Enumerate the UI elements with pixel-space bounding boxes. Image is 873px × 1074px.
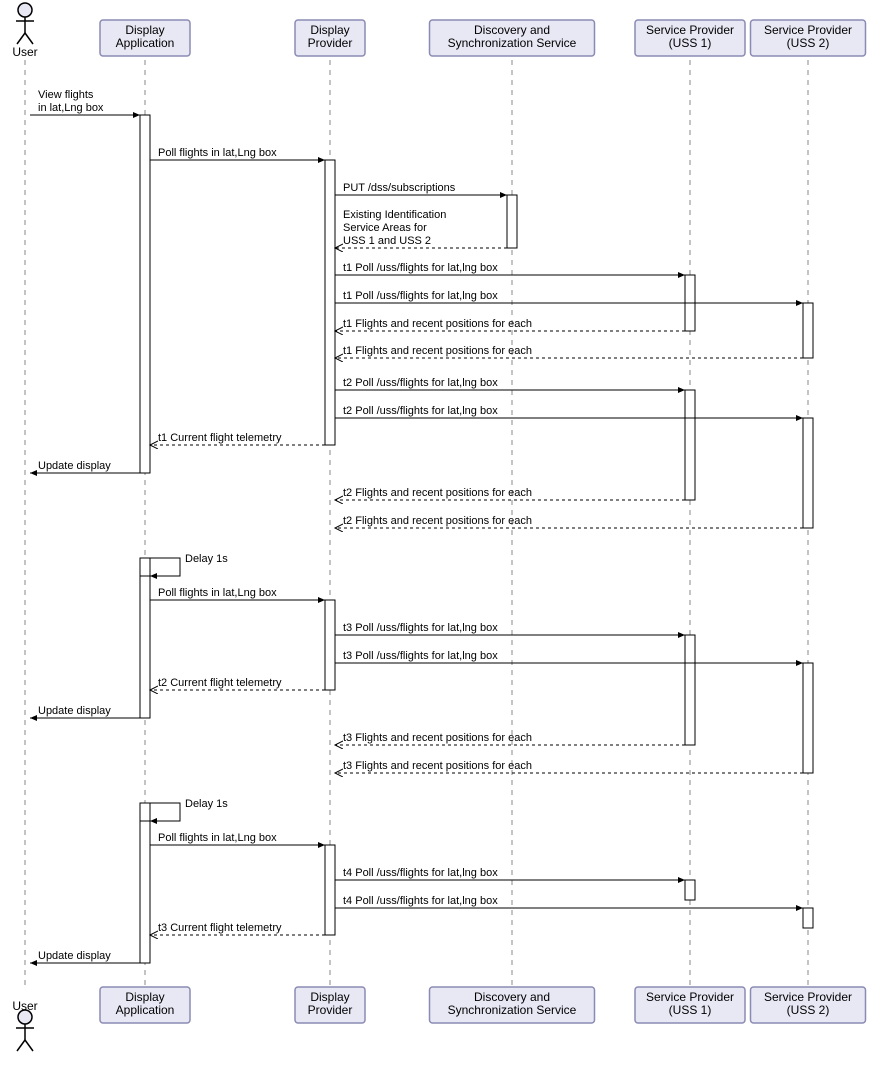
self-message: Delay 1s bbox=[150, 553, 228, 576]
participant-da: DisplayApplication bbox=[100, 987, 190, 1023]
message-label: Update display bbox=[38, 460, 111, 472]
activation-dp bbox=[325, 160, 335, 445]
message-label: PUT /dss/subscriptions bbox=[343, 182, 456, 194]
participant-uss1: Service Provider(USS 1) bbox=[635, 987, 745, 1023]
message-label: t1 Flights and recent positions for each bbox=[343, 345, 532, 357]
message-label: t3 Current flight telemetry bbox=[158, 922, 282, 934]
actor-user: User bbox=[12, 999, 37, 1051]
participant-label: DisplayProvider bbox=[308, 23, 353, 50]
message-label: Update display bbox=[38, 950, 111, 962]
activation-da bbox=[140, 558, 150, 718]
sequence-diagram: View flightsin lat,Lng box Poll flights i… bbox=[0, 0, 873, 1074]
self-message: Delay 1s bbox=[150, 798, 228, 821]
message-label: t3 Poll /uss/flights for lat,lng box bbox=[343, 650, 498, 662]
message-label: t1 Poll /uss/flights for lat,lng box bbox=[343, 262, 498, 274]
activation-uss2 bbox=[803, 908, 813, 928]
message-label: t2 Flights and recent positions for each bbox=[343, 487, 532, 499]
message-label: Poll flights in lat,Lng box bbox=[158, 832, 277, 844]
message-label: Poll flights in lat,Lng box bbox=[158, 587, 277, 599]
message-label: t3 Flights and recent positions for each bbox=[343, 732, 532, 744]
activation-uss2 bbox=[803, 418, 813, 528]
message-label: t4 Poll /uss/flights for lat,lng box bbox=[343, 895, 498, 907]
activation-uss1 bbox=[685, 880, 695, 900]
message-label: Existing IdentificationService Areas for… bbox=[343, 209, 446, 247]
participant-dss: Discovery andSynchronization Service bbox=[430, 987, 595, 1023]
participant-uss2: Service Provider(USS 2) bbox=[751, 20, 866, 56]
message-label: t1 Poll /uss/flights for lat,lng box bbox=[343, 290, 498, 302]
message-label: t2 Poll /uss/flights for lat,lng box bbox=[343, 377, 498, 389]
participant-da: DisplayApplication bbox=[100, 20, 190, 56]
message-label: t1 Current flight telemetry bbox=[158, 432, 282, 444]
message-label: t2 Poll /uss/flights for lat,lng box bbox=[343, 405, 498, 417]
message-label: Update display bbox=[38, 705, 111, 717]
message-label: t3 Flights and recent positions for each bbox=[343, 760, 532, 772]
message-label: t2 Flights and recent positions for each bbox=[343, 515, 532, 527]
activation-uss1 bbox=[685, 390, 695, 500]
activation-da bbox=[140, 115, 150, 473]
message-label: t1 Flights and recent positions for each bbox=[343, 318, 532, 330]
actor-label: User bbox=[12, 45, 37, 59]
message-label: t4 Poll /uss/flights for lat,lng box bbox=[343, 867, 498, 879]
activation-uss2 bbox=[803, 303, 813, 358]
participant-dss: Discovery andSynchronization Service bbox=[430, 20, 595, 56]
actor-user: User bbox=[12, 3, 37, 59]
activation-dss bbox=[507, 195, 517, 248]
activation-uss2 bbox=[803, 663, 813, 773]
message-label: Poll flights in lat,Lng box bbox=[158, 147, 277, 159]
participant-uss2: Service Provider(USS 2) bbox=[751, 987, 866, 1023]
activation-da bbox=[140, 803, 150, 963]
message-label: Delay 1s bbox=[185, 798, 228, 810]
activation-dp bbox=[325, 600, 335, 690]
actor-label: User bbox=[12, 999, 37, 1013]
message-label: Delay 1s bbox=[185, 553, 228, 565]
activation-uss1 bbox=[685, 635, 695, 745]
participant-dp: DisplayProvider bbox=[295, 987, 365, 1023]
activation-dp bbox=[325, 845, 335, 935]
message-label: t3 Poll /uss/flights for lat,lng box bbox=[343, 622, 498, 634]
participant-uss1: Service Provider(USS 1) bbox=[635, 20, 745, 56]
message-label: View flightsin lat,Lng box bbox=[38, 89, 104, 114]
participant-label: DisplayProvider bbox=[308, 990, 353, 1017]
message-label: t2 Current flight telemetry bbox=[158, 677, 282, 689]
participant-dp: DisplayProvider bbox=[295, 20, 365, 56]
